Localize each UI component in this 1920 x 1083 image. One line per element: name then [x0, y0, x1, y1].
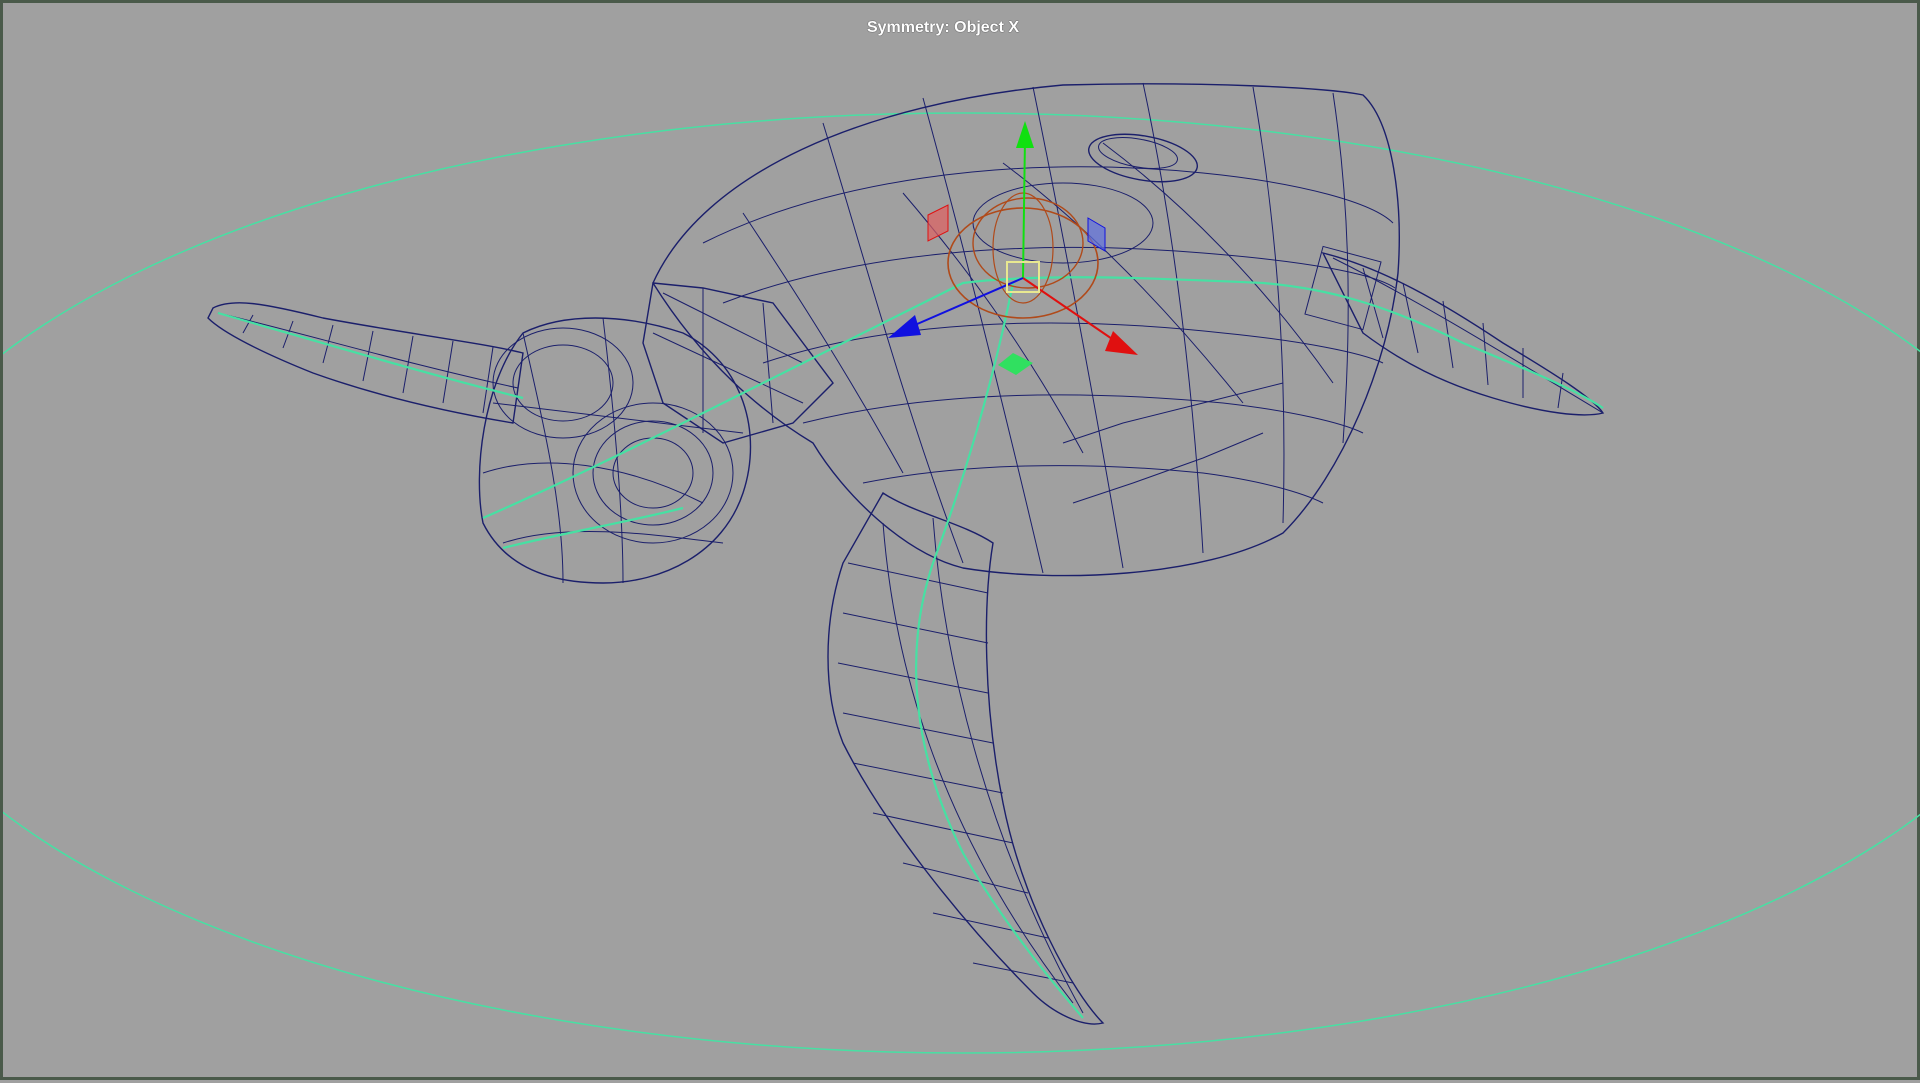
- x-axis-arrow-icon[interactable]: [1105, 331, 1138, 355]
- joint-chain[interactable]: [217, 276, 1604, 1019]
- xz-plane-handle-icon[interactable]: [998, 353, 1033, 375]
- xy-plane-handle-icon[interactable]: [1087, 217, 1106, 252]
- left-flipper-mesh[interactable]: [207, 302, 524, 424]
- y-axis-arrow-icon[interactable]: [1016, 121, 1034, 148]
- ground-control-curve[interactable]: [3, 112, 1920, 1054]
- yz-plane-handle-icon[interactable]: [927, 204, 949, 242]
- maya-viewport[interactable]: Symmetry: Object X: [0, 0, 1920, 1080]
- turtle-wireframe-scene[interactable]: [3, 3, 1920, 1083]
- rear-flipper-mesh[interactable]: [827, 492, 1105, 1025]
- shell-detail-mesh[interactable]: [1085, 127, 1201, 189]
